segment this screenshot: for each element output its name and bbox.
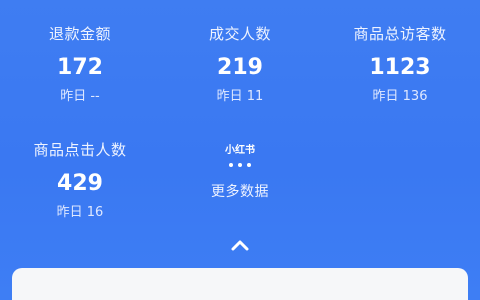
bottom-card bbox=[12, 268, 468, 300]
collapse-button[interactable] bbox=[228, 236, 252, 254]
stat-product-visitors: 商品总访客数 1123 昨日 136 bbox=[320, 24, 480, 106]
stat-value: 219 bbox=[217, 55, 263, 80]
stat-deal-buyers: 成交人数 219 昨日 11 bbox=[160, 24, 320, 106]
xiaohongshu-logo: 小红书 bbox=[225, 145, 255, 156]
stat-label: 商品点击人数 bbox=[33, 141, 127, 159]
stat-yesterday: 昨日 136 bbox=[372, 89, 428, 104]
stat-yesterday: 昨日 -- bbox=[60, 89, 100, 104]
stat-value: 429 bbox=[57, 171, 103, 196]
more-data-button[interactable]: 小红书 更多数据 bbox=[160, 138, 320, 201]
stat-value: 1123 bbox=[369, 55, 431, 80]
stat-label: 成交人数 bbox=[208, 25, 271, 43]
stat-label: 退款金额 bbox=[48, 25, 111, 43]
stat-product-clickers: 商品点击人数 429 昨日 16 bbox=[0, 140, 160, 222]
more-dots-icon bbox=[160, 163, 320, 167]
stat-value: 172 bbox=[57, 55, 103, 80]
stat-yesterday: 昨日 11 bbox=[216, 89, 264, 104]
chevron-up-icon bbox=[231, 240, 249, 251]
stat-yesterday: 昨日 16 bbox=[56, 205, 104, 220]
stat-label: 商品总访客数 bbox=[353, 25, 447, 43]
more-data-label: 更多数据 bbox=[211, 184, 269, 200]
stat-refund-amount: 退款金额 172 昨日 -- bbox=[0, 24, 160, 106]
